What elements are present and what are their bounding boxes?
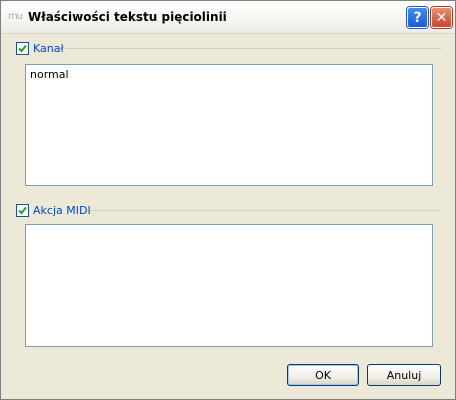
ok-button[interactable]: OK [287, 364, 359, 386]
help-icon: ? [413, 9, 422, 26]
midi-action-group-divider [90, 210, 441, 211]
midi-action-text-field[interactable] [25, 224, 433, 347]
checkmark-icon [18, 206, 27, 214]
channel-checkbox[interactable] [16, 41, 29, 55]
musescore-icon: mu [7, 11, 23, 22]
channel-text-value: normal [30, 68, 69, 81]
midi-action-checkbox[interactable] [16, 203, 29, 217]
title-bar[interactable]: mu Właściwości tekstu pięciolinii ? ✕ [1, 1, 455, 34]
channel-text-field[interactable]: normal [25, 64, 433, 186]
close-icon: ✕ [435, 9, 448, 26]
window-title: Właściwości tekstu pięciolinii [28, 10, 227, 24]
midi-action-group-header: Akcja MIDI [16, 203, 91, 217]
channel-group-divider [65, 48, 441, 49]
close-button[interactable]: ✕ [431, 7, 452, 28]
midi-action-group-label: Akcja MIDI [33, 203, 91, 217]
help-button[interactable]: ? [407, 7, 428, 28]
checkmark-icon [18, 44, 27, 52]
channel-group-header: Kanał [16, 41, 64, 55]
channel-group-label: Kanał [33, 41, 64, 55]
cancel-button[interactable]: Anuluj [367, 364, 441, 386]
properties-dialog: mu Właściwości tekstu pięciolinii ? ✕ Ka… [0, 0, 456, 400]
